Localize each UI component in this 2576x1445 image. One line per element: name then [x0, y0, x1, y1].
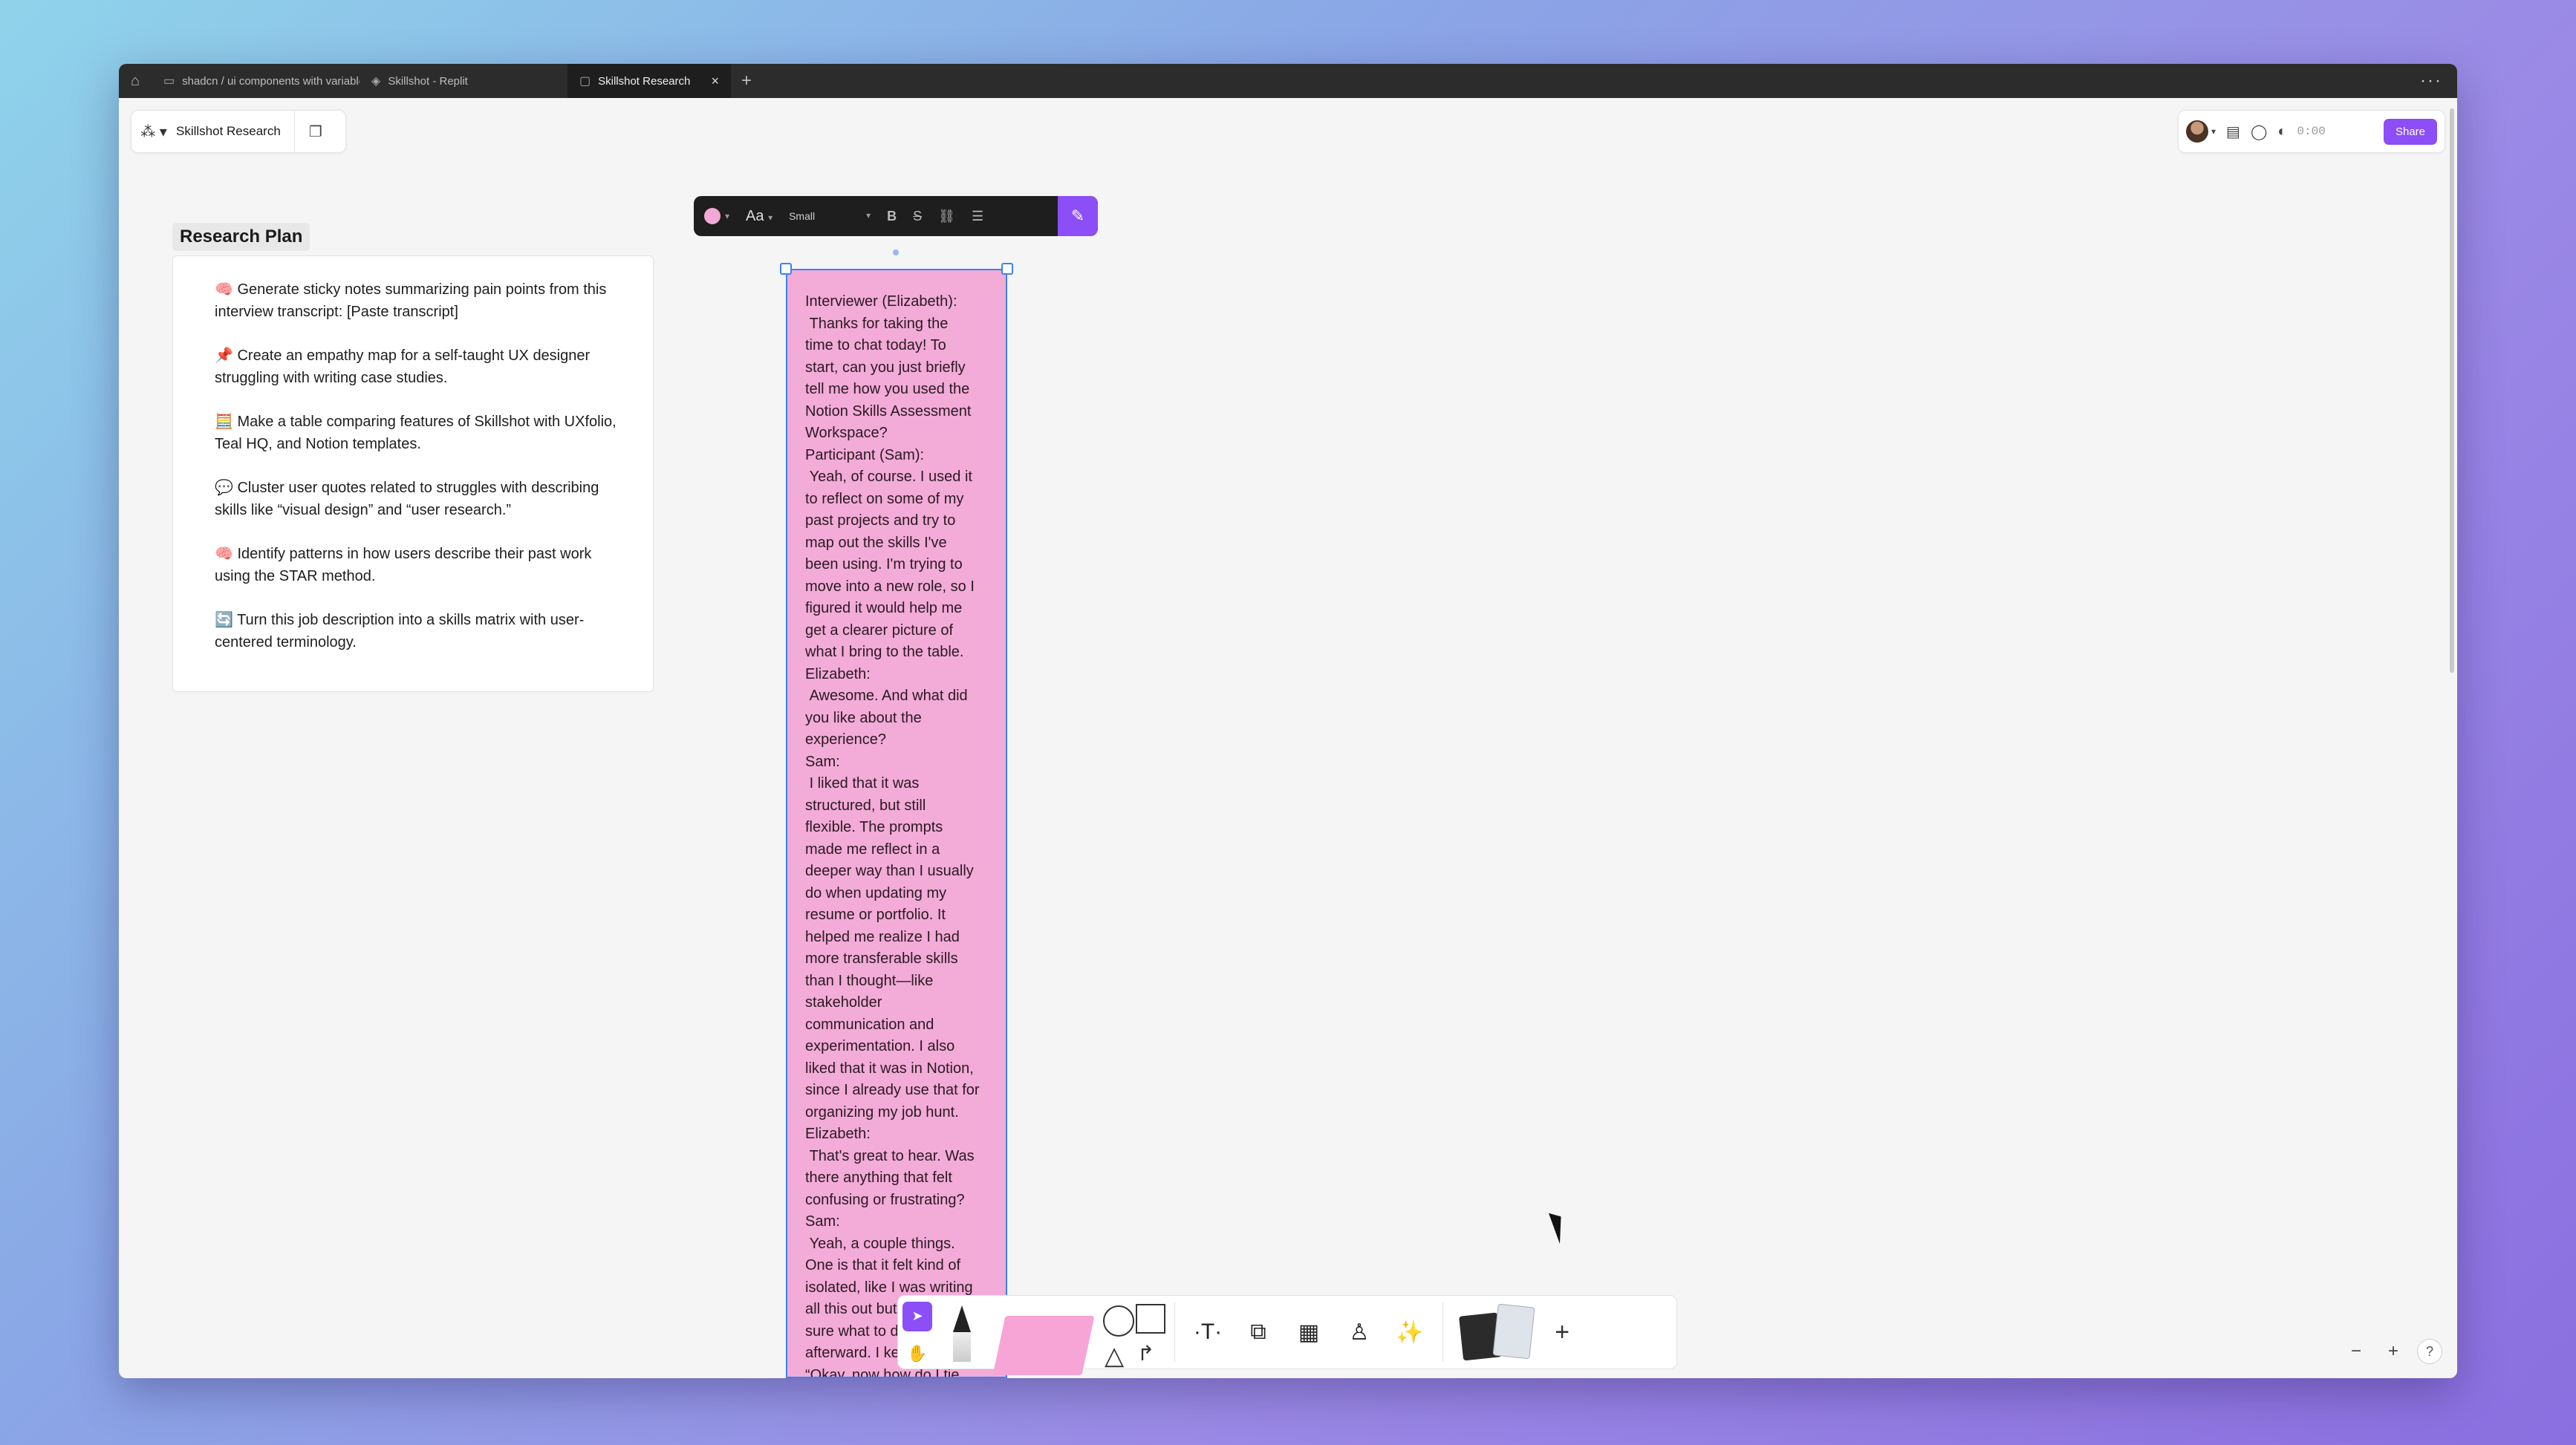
sticky-note-text[interactable]: Interviewer (Elizabeth): Thanks for taki… [805, 291, 991, 1377]
new-tab-button[interactable]: + [731, 71, 762, 91]
marker-body [953, 1332, 971, 1362]
font-size-select[interactable]: Small ▾ [789, 210, 871, 222]
tab-label: Skillshot Research [598, 74, 691, 88]
replit-icon: ◈ [371, 75, 381, 88]
list-item: 🧠 Generate sticky notes summarizing pain… [215, 281, 607, 320]
pages-icon[interactable]: ❐ [295, 123, 336, 141]
divider [1174, 1302, 1175, 1362]
tab-replit[interactable]: ◈ Skillshot - Replit [360, 64, 567, 98]
app-window: ⌂ ▭ shadcn / ui components with variable… [119, 64, 2457, 1378]
section-title[interactable]: Research Plan [172, 223, 310, 251]
list-item: 📌 Create an empathy map for a self-taugh… [215, 348, 591, 386]
font-size-value: Small [789, 210, 816, 222]
select-tool-icon[interactable]: ➤ [902, 1301, 932, 1331]
sticky-note-tool[interactable] [989, 1302, 1095, 1375]
marker-icon [953, 1305, 971, 1332]
rotate-handle[interactable] [893, 249, 899, 255]
home-icon[interactable]: ⌂ [119, 64, 152, 98]
pen-icon[interactable]: ✎ [1058, 196, 1098, 236]
more-icon[interactable]: ··· [2405, 71, 2457, 91]
figjam-icon: ▢ [579, 75, 591, 88]
tab-skillshot-research[interactable]: ▢ Skillshot Research × [567, 64, 731, 98]
square-icon [1136, 1304, 1165, 1334]
zoom-out-button[interactable]: − [2343, 1338, 2370, 1365]
tab-shadcn[interactable]: ▭ shadcn / ui components with variable [152, 64, 360, 98]
chevron-down-icon[interactable]: ▾ [2211, 126, 2216, 137]
close-icon[interactable]: × [711, 74, 719, 89]
list-item: 🧠 Identify patterns in how users describ… [215, 546, 592, 584]
connector-icon: ↱ [1137, 1342, 1155, 1365]
table-tool-icon[interactable]: ▦ [1284, 1295, 1334, 1369]
link-icon[interactable]: ⛓ [938, 209, 955, 224]
more-tools-icon[interactable]: + [1540, 1295, 1584, 1369]
strikethrough-icon[interactable]: S [913, 209, 922, 224]
hand-tool-icon[interactable]: ✋ [907, 1344, 927, 1363]
stamp-tool-icon[interactable]: ♙ [1334, 1295, 1385, 1369]
avatar[interactable] [2186, 120, 2208, 143]
list-item: 💬 Cluster user quotes related to struggl… [215, 480, 599, 518]
triangle-icon: △ [1105, 1342, 1125, 1370]
widgets-tool[interactable] [1451, 1295, 1540, 1369]
list-item: 🔄 Turn this job description into a skill… [215, 612, 585, 650]
file-name[interactable]: Skillshot Research [176, 110, 295, 153]
audio-icon[interactable]: ◐ [2277, 123, 2286, 140]
sticky-note[interactable]: Interviewer (Elizabeth): Thanks for taki… [786, 269, 1007, 1378]
library-icon[interactable]: ▤ [2226, 123, 2240, 141]
comment-icon[interactable]: ◯ [2251, 123, 2267, 141]
resize-handle-top-right[interactable] [1001, 263, 1013, 275]
bold-icon[interactable]: B [887, 209, 897, 224]
help-button[interactable]: ? [2417, 1339, 2442, 1364]
timer-readout[interactable]: 0:00 [2297, 125, 2325, 138]
template-icon [1492, 1303, 1535, 1360]
font-button[interactable]: Aa ▾ [746, 208, 773, 225]
bottom-toolbar: ➤ ✋ △ ↱ ·T· ⧉ ▦ ♙ ✨ + [897, 1295, 1677, 1375]
shapes-tool[interactable]: △ ↱ [1093, 1295, 1167, 1370]
pointer-group: ➤ ✋ [898, 1295, 937, 1369]
bullet-list-icon[interactable]: ☰ [972, 209, 983, 224]
tab-label: Skillshot - Replit [388, 74, 468, 88]
zoom-in-button[interactable]: + [2380, 1338, 2407, 1365]
color-swatch[interactable] [704, 208, 721, 224]
header-actions: ▾ ▤ ◯ ◐ 0:00 Share [2178, 110, 2445, 153]
list-item: 🧮 Make a table comparing features of Ski… [215, 414, 617, 452]
zoom-controls: − + ? [2343, 1338, 2442, 1365]
share-button[interactable]: Share [2383, 118, 2437, 145]
section-tool-icon[interactable]: ⧉ [1233, 1295, 1284, 1369]
marker-tool[interactable] [937, 1295, 989, 1369]
scrollbar[interactable] [2450, 108, 2454, 673]
chevron-down-icon[interactable]: ▾ [725, 211, 729, 221]
figma-logo-icon[interactable]: ⁂ ▾ [131, 123, 176, 141]
text-tool-icon[interactable]: ·T· [1183, 1295, 1233, 1369]
format-toolbar: ▾ Aa ▾ Small ▾ B S ⛓ ☰ ✎ [694, 196, 1098, 236]
research-plan-card[interactable]: 🧠 Generate sticky notes summarizing pain… [172, 255, 654, 692]
font-label: Aa [746, 207, 764, 224]
tab-bar: ⌂ ▭ shadcn / ui components with variable… [119, 64, 2457, 98]
book-icon: ▭ [163, 75, 175, 88]
ai-sparkle-icon[interactable]: ✨ [1385, 1295, 1435, 1369]
resize-handle-top-left[interactable] [780, 263, 792, 275]
circle-icon [1103, 1305, 1134, 1337]
file-menu: ⁂ ▾ Skillshot Research ❐ [131, 110, 346, 153]
tab-label: shadcn / ui components with variable [182, 74, 360, 88]
sticky-note-icon [992, 1316, 1095, 1375]
